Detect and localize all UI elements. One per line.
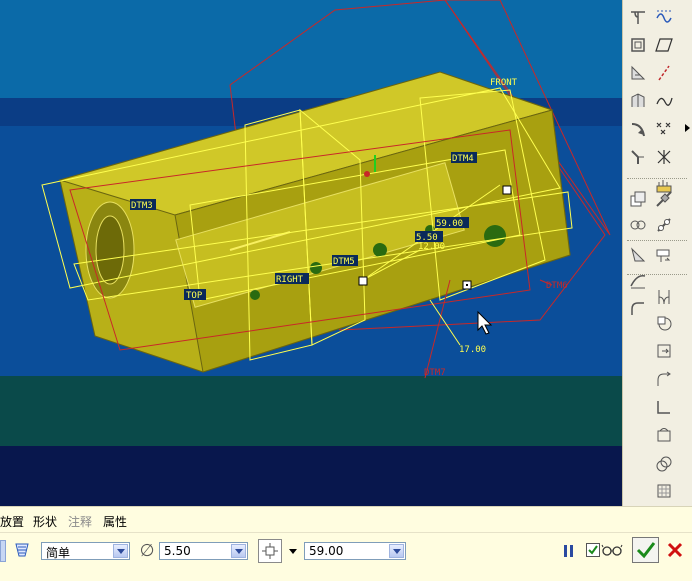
datum-point-icon[interactable]: [651, 118, 677, 140]
sketch-plane-icon[interactable]: [625, 6, 651, 28]
background-bottom: [0, 446, 622, 506]
hole-type-value: 简单: [46, 546, 71, 560]
datum-curve-icon[interactable]: [651, 90, 677, 112]
chevron-down-icon[interactable]: [113, 544, 128, 558]
depth-handle[interactable]: [502, 185, 512, 195]
background-floor: [0, 376, 622, 446]
more-tools-arrow-icon[interactable]: [685, 124, 690, 132]
chevron-down-icon[interactable]: [389, 544, 404, 558]
draft-icon[interactable]: [625, 62, 651, 84]
datum-label-dtm3[interactable]: DTM3: [131, 201, 153, 211]
hole-dashboard: 简单 ∅ 5.50 59.00: [0, 532, 692, 581]
diameter-input[interactable]: 5.50: [159, 542, 248, 560]
blend-icon[interactable]: [651, 480, 677, 502]
tab-placement[interactable]: 放置: [0, 513, 24, 530]
diameter-value: 5.50: [164, 544, 191, 558]
hole-type-select[interactable]: 简单: [41, 542, 130, 560]
solidify-icon[interactable]: [651, 312, 677, 334]
wrap-icon[interactable]: [651, 368, 677, 390]
preview-checkbox[interactable]: [586, 543, 600, 557]
straight-hole-toggle[interactable]: [0, 540, 6, 562]
depth-value: 59.00: [309, 544, 344, 558]
pause-icon[interactable]: [560, 541, 578, 561]
dimension-depth[interactable]: 59.00: [436, 219, 463, 229]
trim-icon[interactable]: [651, 214, 677, 236]
datum-label-dtm4[interactable]: DTM4: [452, 154, 474, 164]
datum-plane-icon[interactable]: [651, 34, 677, 56]
tab-shape[interactable]: 形状: [33, 513, 57, 530]
cancel-button[interactable]: [664, 539, 686, 561]
copy-icon[interactable]: [625, 188, 651, 210]
shell-icon[interactable]: [625, 34, 651, 56]
rib-icon[interactable]: [625, 90, 651, 112]
feature-toolbar: [622, 0, 692, 506]
dashboard-tabs: 放置 形状 注释 属性: [0, 506, 692, 532]
extrude-icon[interactable]: [651, 396, 677, 418]
revolve-icon[interactable]: [651, 424, 677, 446]
hole-origin-point: [364, 171, 370, 177]
diameter-symbol-icon: ∅: [139, 541, 155, 561]
pattern-icon[interactable]: [625, 244, 651, 266]
datum-label-right[interactable]: RIGHT: [276, 275, 304, 285]
datum-label-dtm5[interactable]: DTM5: [333, 257, 355, 267]
dimension-offset[interactable]: 12.00: [418, 242, 445, 252]
sweep-icon[interactable]: [651, 452, 677, 474]
tab-properties[interactable]: 属性: [103, 513, 127, 530]
graphics-window[interactable]: FRONT DTM4 DTM3 DTM5 RIGHT TOP DTM6 DTM7…: [0, 0, 622, 506]
tab-annotation[interactable]: 注释: [68, 513, 92, 530]
datum-axis-icon[interactable]: [651, 62, 677, 84]
diameter-handle-dot: [466, 284, 468, 286]
depth-option-dropdown-icon[interactable]: [289, 549, 297, 554]
mirror-icon[interactable]: [651, 188, 677, 210]
spline-icon[interactable]: [651, 6, 677, 28]
dimension-angle[interactable]: 17.00: [459, 345, 486, 355]
coordinate-system-icon[interactable]: [651, 146, 677, 168]
project-icon[interactable]: [651, 340, 677, 362]
merge-icon[interactable]: [625, 214, 651, 236]
datum-label-front[interactable]: FRONT: [490, 78, 518, 88]
glasses-icon: [601, 541, 623, 559]
chevron-down-icon[interactable]: [231, 544, 246, 558]
datum-label-dtm6[interactable]: DTM6: [546, 281, 568, 291]
intersect-icon[interactable]: [651, 286, 677, 308]
depth-input[interactable]: 59.00: [304, 542, 406, 560]
round-icon[interactable]: [625, 118, 651, 140]
offset-icon[interactable]: [651, 244, 677, 266]
datum-label-top[interactable]: TOP: [186, 291, 203, 301]
depth-option-icon[interactable]: [258, 539, 282, 563]
placement-handle[interactable]: [358, 276, 368, 286]
thicken-icon[interactable]: [625, 298, 651, 320]
background-sky: [0, 0, 622, 98]
datum-label-dtm7[interactable]: DTM7: [424, 368, 446, 378]
standard-hole-icon[interactable]: [12, 540, 32, 560]
chamfer-icon[interactable]: [625, 146, 651, 168]
accept-button[interactable]: [632, 537, 659, 563]
